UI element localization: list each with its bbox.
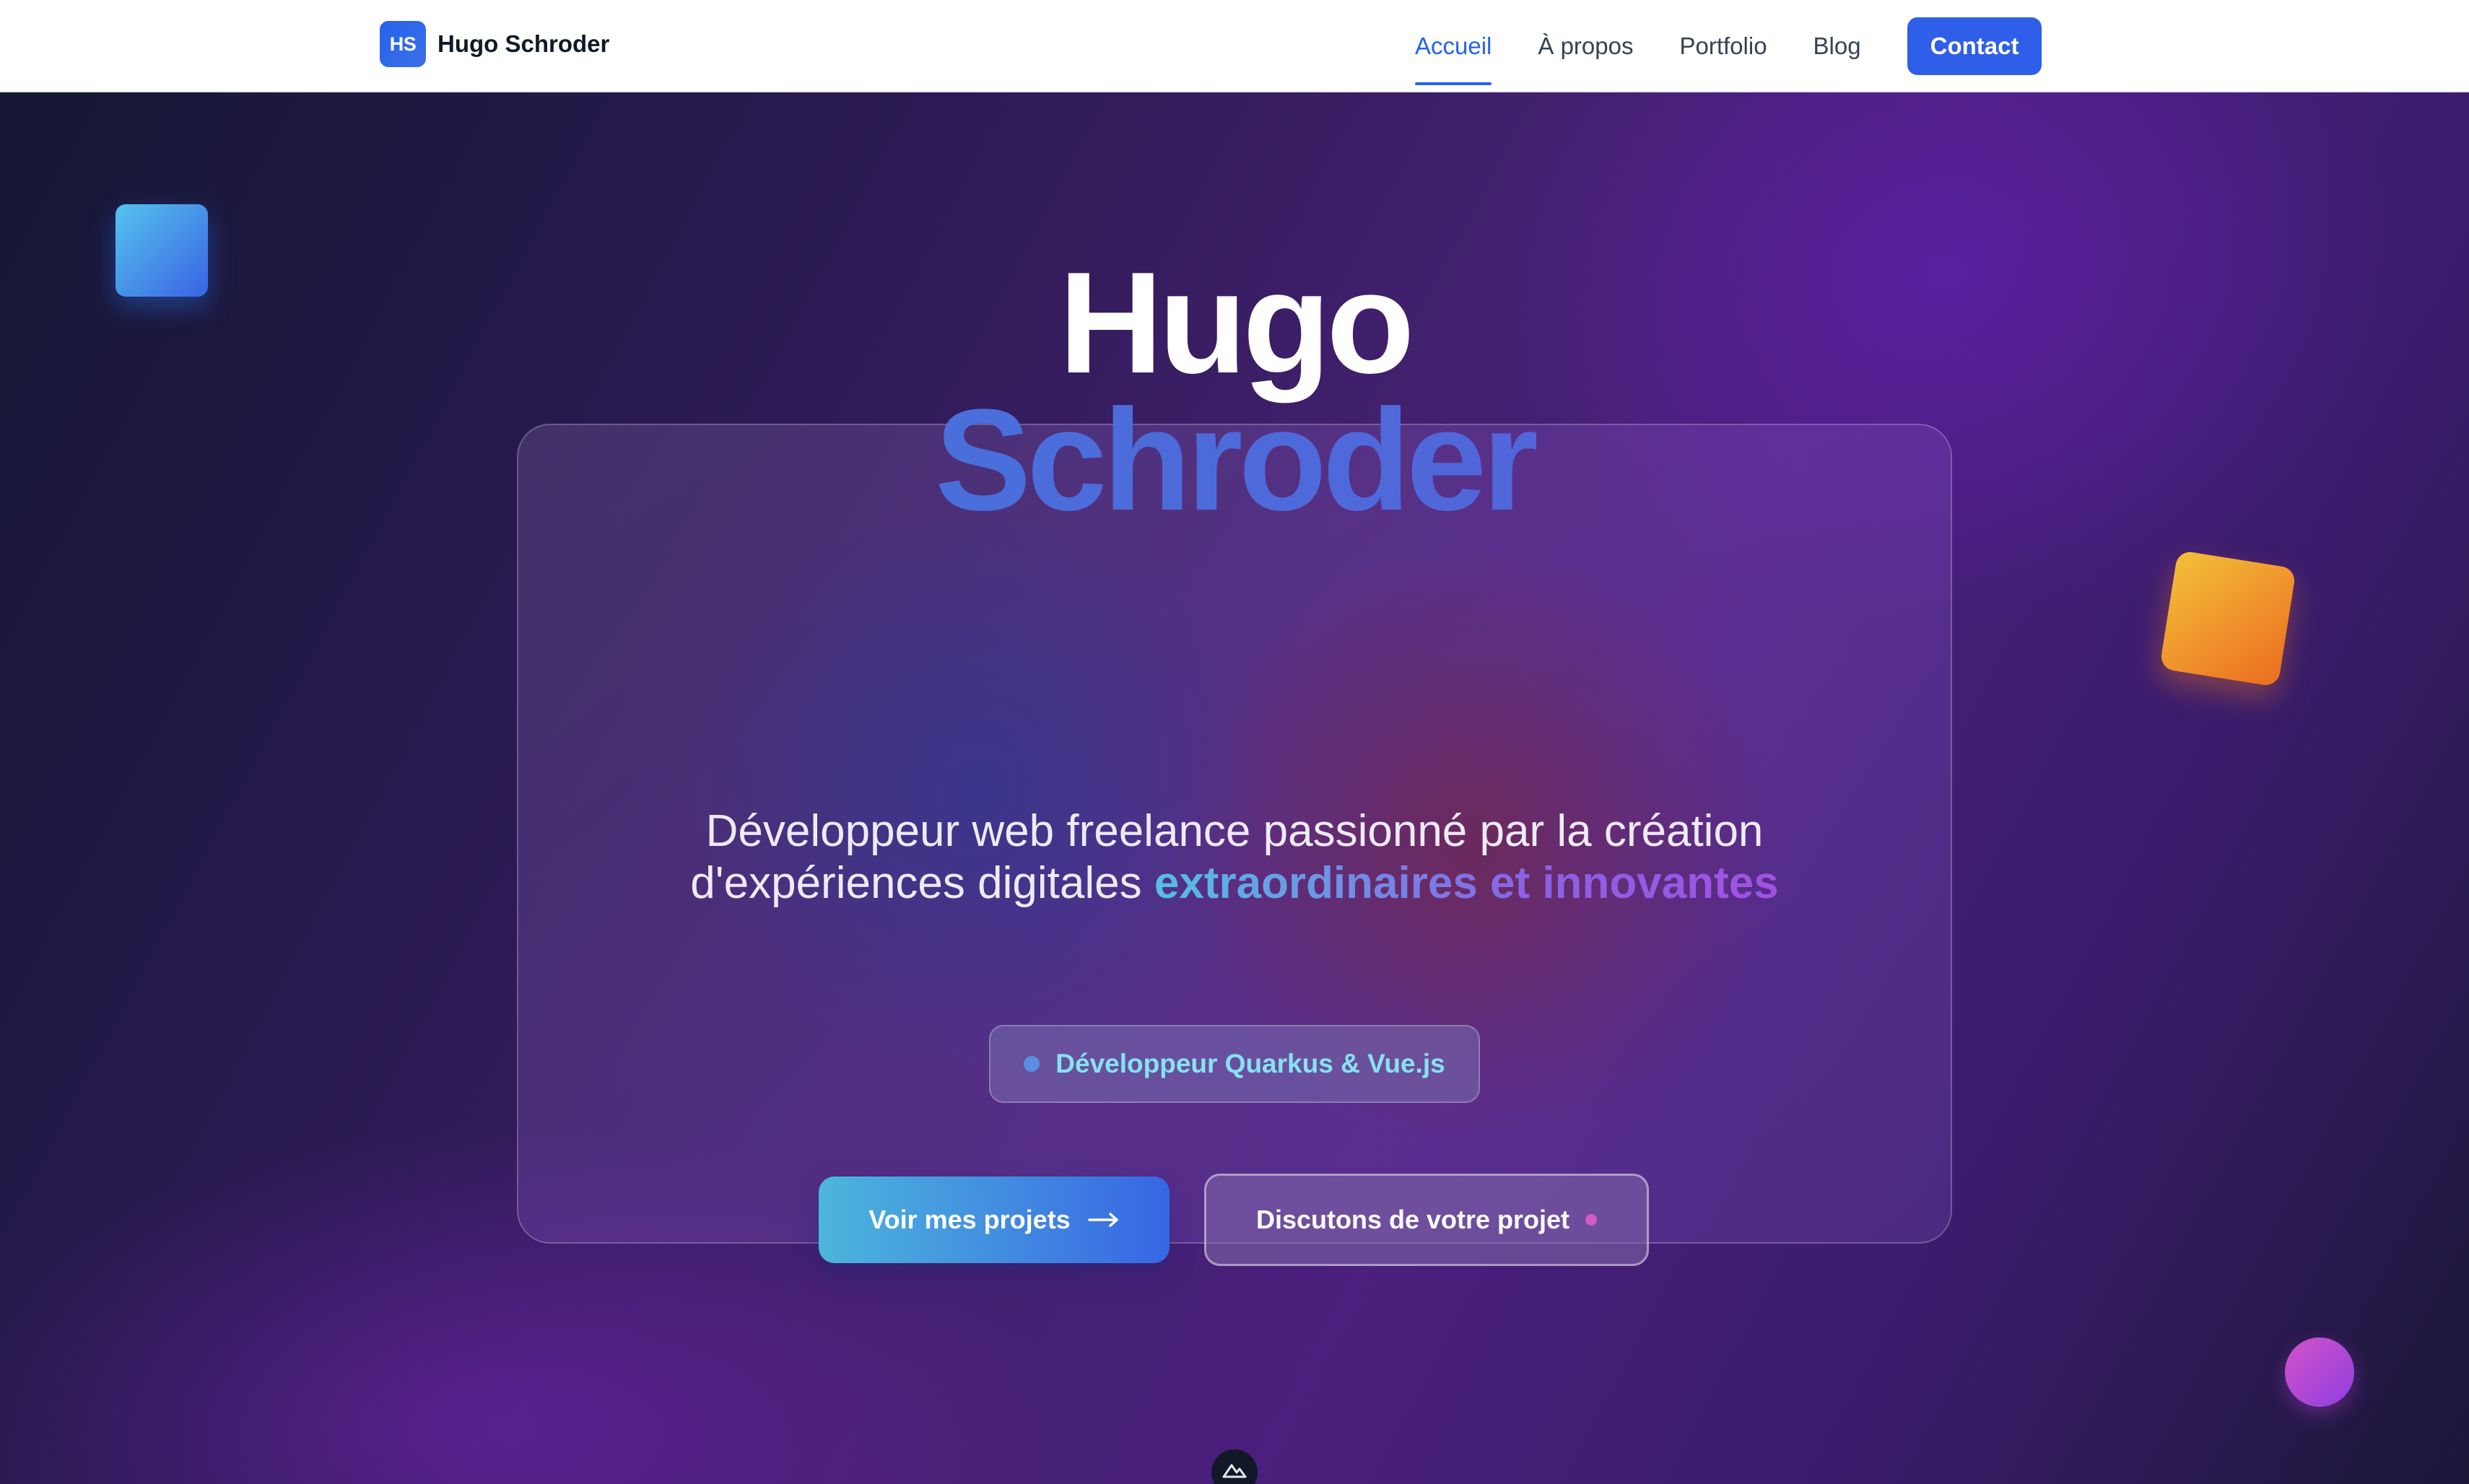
decorative-pink-circle (2285, 1337, 2354, 1407)
badge-dot-icon (1024, 1056, 1040, 1072)
discuss-project-button[interactable]: Discutons de votre projet (1204, 1174, 1649, 1266)
view-projects-label: Voir mes projets (868, 1205, 1071, 1234)
brand-name: Hugo Schroder (437, 30, 610, 57)
hero-subtitle-line2-text: d'expériences digitales (690, 858, 1154, 908)
arrow-right-icon (1088, 1213, 1120, 1227)
hero-section: Hugo Schroder Développeur web freelance … (0, 92, 2469, 1484)
hero-subtitle: Développeur web freelance passionné par … (0, 806, 2469, 909)
nav-link-accueil[interactable]: Accueil (1415, 0, 1492, 92)
hero-subtitle-line1: Développeur web freelance passionné par … (705, 806, 1764, 856)
hero-subtitle-highlight: extraordinaires et innovantes (1154, 858, 1779, 908)
view-projects-button[interactable]: Voir mes projets (819, 1177, 1170, 1263)
brand-logo[interactable]: HS Hugo Schroder (380, 21, 609, 67)
nav-link-portfolio[interactable]: Portfolio (1679, 0, 1767, 92)
hero-title-last-name: Schroder (0, 388, 2469, 533)
decorative-orange-square (2159, 550, 2296, 687)
role-badge-label: Développeur Quarkus & Vue.js (1055, 1049, 1445, 1078)
mountain-logo-icon[interactable] (1211, 1449, 1258, 1484)
discuss-project-label: Discutons de votre projet (1255, 1205, 1570, 1234)
hero-title-first-name: Hugo (1058, 243, 1415, 403)
role-badge: Développeur Quarkus & Vue.js (989, 1025, 1480, 1103)
brand-initials-badge: HS (380, 21, 426, 67)
pink-dot-icon (1585, 1214, 1598, 1226)
hero-subtitle-line2: d'expériences digitales extraordinaires … (0, 857, 2469, 909)
nav-link-a-propos[interactable]: À propos (1538, 0, 1633, 92)
contact-button[interactable]: Contact (1907, 17, 2042, 75)
top-navbar: HS Hugo Schroder Accueil À propos Portfo… (0, 0, 2469, 92)
nav-link-blog[interactable]: Blog (1813, 0, 1861, 92)
nav-links: Accueil À propos Portfolio Blog Contact (1415, 0, 2042, 92)
